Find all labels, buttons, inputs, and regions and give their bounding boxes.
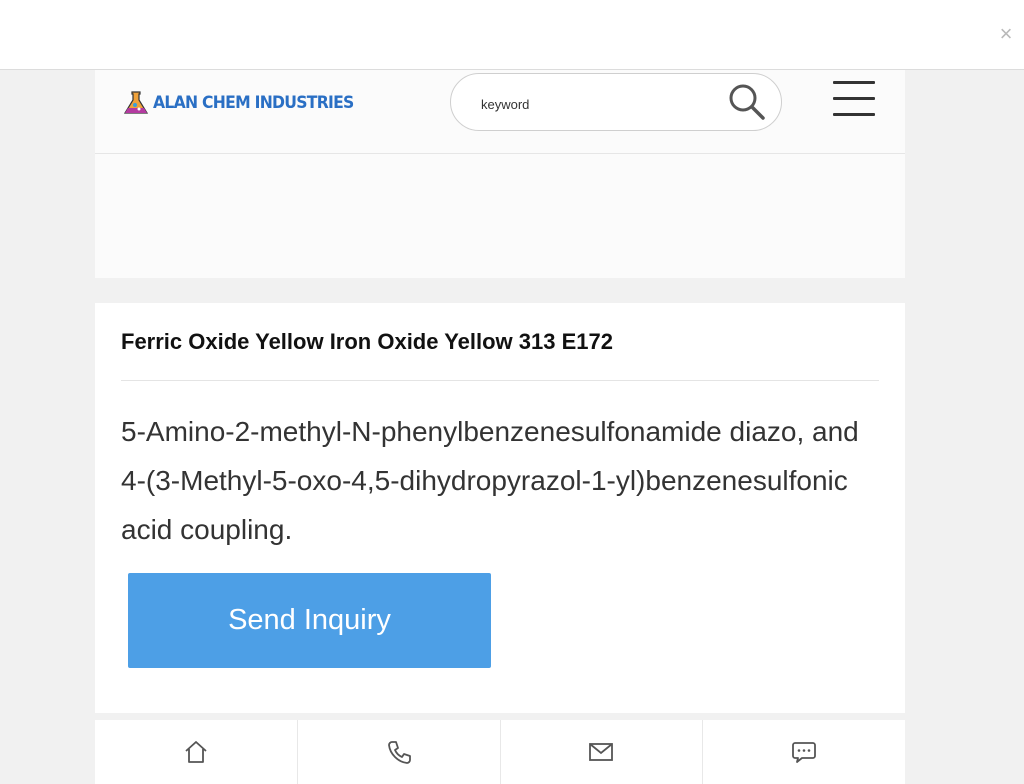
search-icon[interactable]: [727, 82, 767, 122]
product-title: Ferric Oxide Yellow Iron Oxide Yellow 31…: [121, 329, 613, 354]
nav-home[interactable]: [95, 720, 298, 784]
top-bar: ×: [0, 0, 1024, 70]
send-inquiry-button[interactable]: Send Inquiry: [128, 573, 491, 668]
chat-icon: [792, 742, 817, 763]
close-icon[interactable]: ×: [994, 22, 1018, 46]
nav-phone[interactable]: [297, 720, 501, 784]
nav-mail[interactable]: [500, 720, 704, 784]
nav-chat[interactable]: [703, 720, 905, 784]
product-description: 5-Amino-2-methyl-N-phenylbenzenesulfonam…: [121, 416, 859, 545]
phone-icon: [387, 741, 411, 764]
search-box: [450, 73, 782, 131]
flask-logo-icon: [123, 91, 149, 114]
divider: [121, 380, 879, 381]
mail-icon: [589, 743, 614, 761]
bottom-nav: [95, 720, 905, 784]
home-icon: [185, 741, 207, 763]
hamburger-menu-icon[interactable]: [833, 81, 875, 119]
banner-area: [95, 154, 905, 278]
logo-text: ALAN CHEM INDUSTRIES: [153, 93, 354, 113]
product-card: Ferric Oxide Yellow Iron Oxide Yellow 31…: [95, 303, 905, 713]
site-header: ALAN CHEM INDUSTRIES: [95, 70, 905, 154]
search-input[interactable]: [479, 92, 713, 116]
logo[interactable]: ALAN CHEM INDUSTRIES: [123, 90, 371, 116]
